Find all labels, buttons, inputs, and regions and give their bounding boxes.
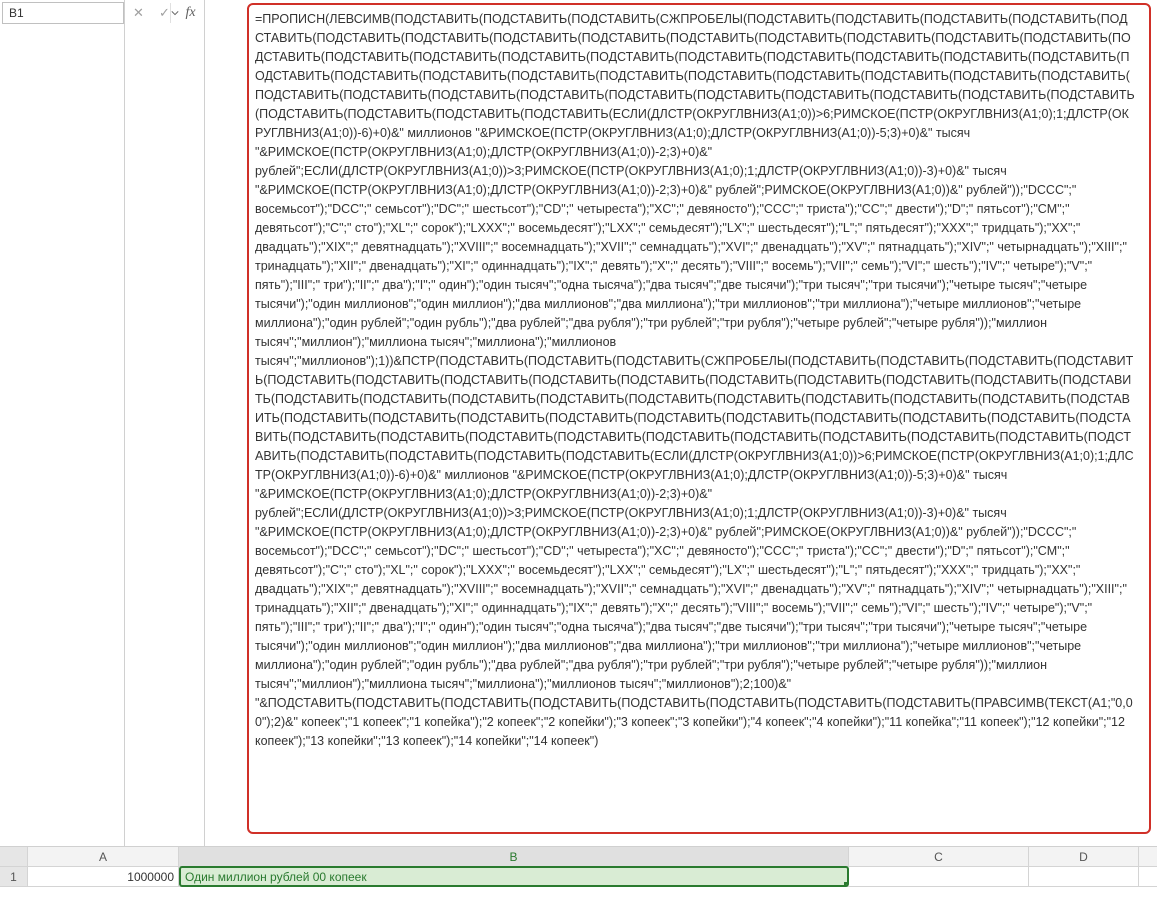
insert-function-button[interactable]: fx [182, 4, 200, 22]
formula-bar-text[interactable]: =ПРОПИСН(ЛЕВСИМВ(ПОДСТАВИТЬ(ПОДСТАВИТЬ(П… [247, 6, 1151, 840]
row-header-1[interactable]: 1 [0, 867, 28, 886]
column-headers: A B C D [0, 847, 1157, 867]
table-row: 1 1000000 Один миллион рублей 00 копеек [0, 867, 1157, 887]
column-header-B[interactable]: B [179, 847, 849, 866]
cell-C1[interactable] [849, 867, 1029, 886]
worksheet-grid[interactable]: A B C D 1 1000000 Один миллион рублей 00… [0, 847, 1157, 914]
column-header-C[interactable]: C [849, 847, 1029, 866]
check-icon: ✓ [159, 5, 170, 21]
fx-icon: fx [185, 5, 195, 21]
cell-A1[interactable]: 1000000 [28, 867, 179, 886]
cell-B1[interactable]: Один миллион рублей 00 копеек [179, 866, 849, 887]
cancel-button[interactable]: ✕ [130, 4, 148, 22]
column-header-A[interactable]: A [28, 847, 179, 866]
formula-bar[interactable]: =ПРОПИСН(ЛЕВСИМВ(ПОДСТАВИТЬ(ПОДСТАВИТЬ(П… [205, 0, 1157, 846]
cell-D1[interactable] [1029, 867, 1139, 886]
name-box[interactable] [2, 2, 124, 24]
selection-fill-handle[interactable] [844, 882, 849, 887]
name-box-wrap [0, 0, 125, 846]
cell-B1-value: Один миллион рублей 00 копеек [185, 870, 367, 884]
close-icon: ✕ [133, 5, 144, 21]
column-header-D[interactable]: D [1029, 847, 1139, 866]
formula-bar-buttons: ✕ ✓ fx [125, 0, 205, 846]
select-all-corner[interactable] [0, 847, 28, 866]
enter-button[interactable]: ✓ [156, 4, 174, 22]
formula-bar-region: ✕ ✓ fx =ПРОПИСН(ЛЕВСИМВ(ПОДСТАВИТЬ(ПОДСТ… [0, 0, 1157, 847]
